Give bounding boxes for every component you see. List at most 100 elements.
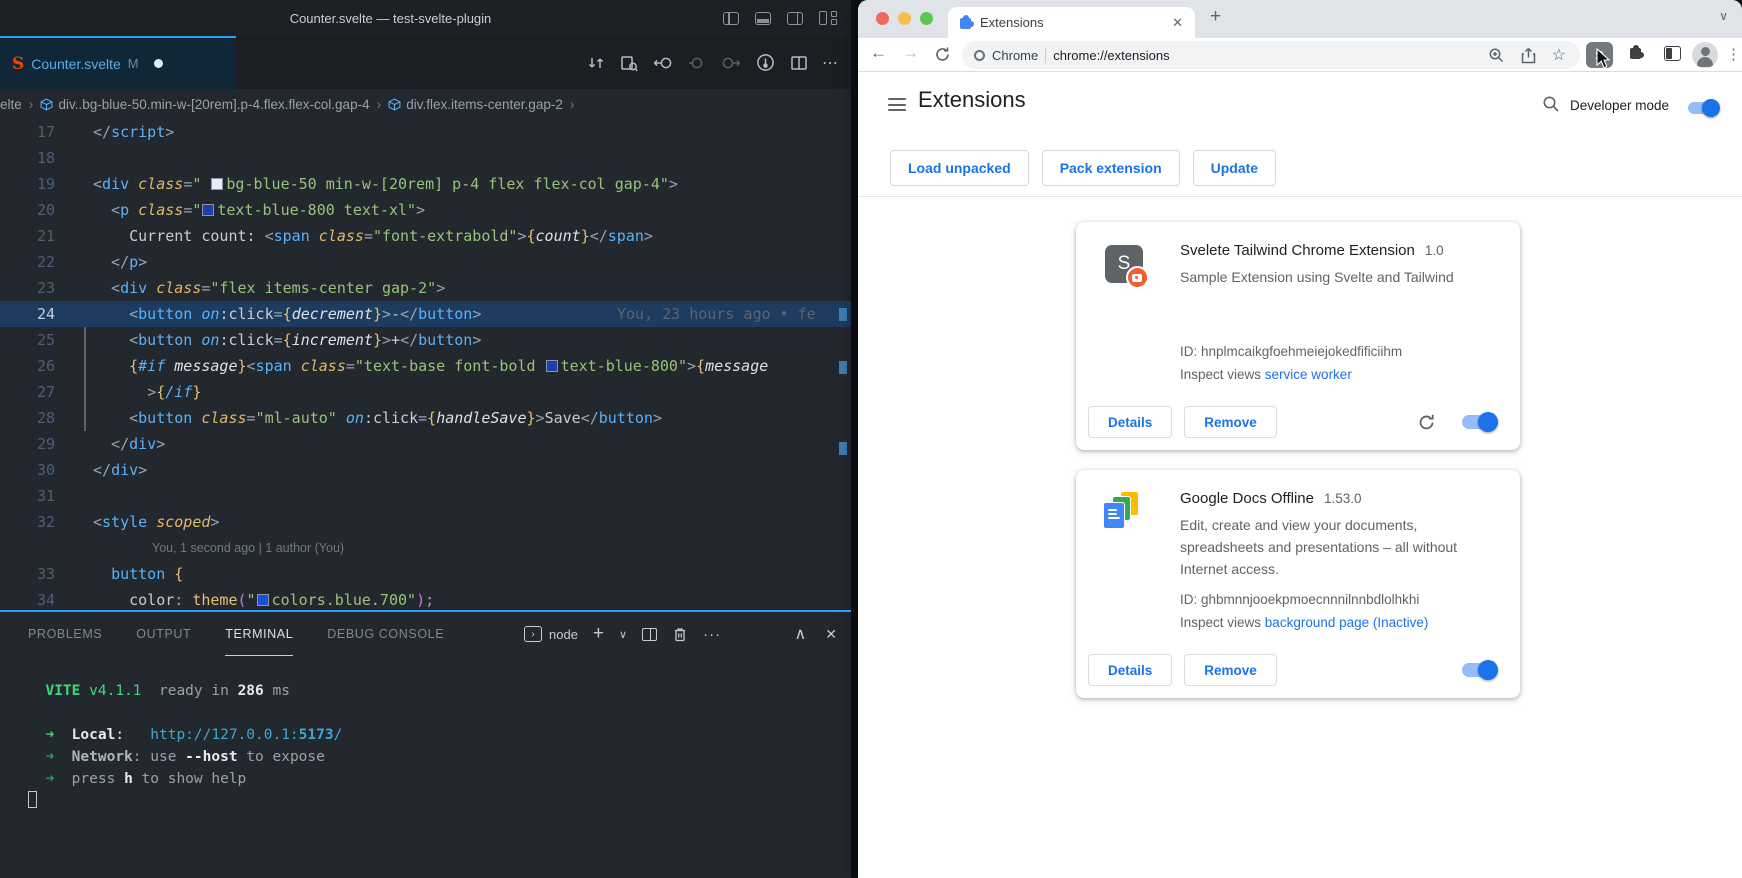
code-line: 21 Current count: <span class="font-extr… [0,223,851,249]
terminal-line [0,702,851,724]
toggle-sidebar-icon[interactable] [723,12,739,25]
breadcrumb-item[interactable]: div.flex.items-center.gap-2 [388,97,563,112]
line-number: 31 [0,483,70,509]
chrome-window: Extensions ✕ + ∨ ← → Chrome chrome://ext… [858,0,1742,878]
line-number: 23 [0,275,70,301]
unsaved-dot-icon[interactable] [154,59,163,68]
close-panel-icon[interactable]: ✕ [825,626,837,643]
developer-mode-label: Developer mode [1570,98,1669,113]
profile-avatar[interactable] [1692,42,1718,68]
panel-focus-border[interactable] [0,610,851,612]
remove-button[interactable]: Remove [1184,654,1277,686]
inspect-views-link[interactable]: background page (Inactive) [1265,615,1429,630]
git-modified-badge: M [128,56,139,71]
close-window-light[interactable] [876,12,889,25]
breadcrumb-item[interactable]: div..bg-blue-50.min-w-[20rem].p-4.flex.f… [40,97,369,112]
back-icon[interactable]: ← [870,43,887,63]
code-line: 28 <button class="ml-auto" on:click={han… [0,405,851,431]
tab-title: Extensions [980,15,1044,30]
new-terminal-icon[interactable]: + [593,623,604,645]
side-panel-icon[interactable] [1664,46,1681,61]
overview-ruler-mark [839,308,847,321]
line-number: 22 [0,249,70,275]
load-unpacked-button[interactable]: Load unpacked [890,150,1029,186]
close-tab-icon[interactable]: ✕ [1172,15,1183,31]
tab-debug-console[interactable]: DEBUG CONSOLE [327,612,444,656]
tab-terminal[interactable]: TERMINAL [225,612,293,656]
editor-code[interactable]: 17</script>1819<div class=" bg-blue-50 m… [0,119,851,612]
extension-enabled-toggle[interactable] [1462,663,1496,677]
terminal-shell-label[interactable]: node [549,627,578,642]
more-actions-icon[interactable]: ⋯ [822,53,839,73]
customize-layout-icon[interactable] [819,11,837,25]
code-line: 32<style scoped> [0,509,851,535]
minimize-window-light[interactable] [898,12,911,25]
update-button[interactable]: Update [1193,150,1276,186]
toggle-panel-icon[interactable] [755,12,771,25]
hamburger-menu-icon[interactable] [888,98,906,111]
remove-button[interactable]: Remove [1184,406,1277,438]
terminal-line: ➜ Local: http://127.0.0.1:5173/ [0,724,851,746]
git-blame-inline: You, 23 hours ago • fe [617,301,816,327]
svelte-icon: S [12,54,24,74]
code-line: 24 <button on:click={decrement}>-</butto… [0,301,851,327]
inspect-views-link[interactable]: service worker [1265,367,1352,382]
terminal-output[interactable]: VITE v4.1.1 ready in 286 ms ➜ Local: htt… [0,680,851,812]
breadcrumb-item[interactable]: elte [0,97,22,112]
terminal-cursor [28,791,37,808]
symbol-cube-icon [388,98,401,111]
bookmark-star-icon[interactable]: ☆ [1552,45,1566,65]
developer-mode-toggle[interactable] [1688,102,1718,114]
terminal-dropdown-icon[interactable]: ∨ [619,628,627,641]
details-button[interactable]: Details [1088,654,1172,686]
line-number: 25 [0,327,70,353]
toggle-secondary-sidebar-icon[interactable] [787,12,803,25]
search-icon[interactable] [1542,95,1560,113]
pack-extension-button[interactable]: Pack extension [1042,150,1180,186]
line-number: 20 [0,197,70,223]
line-number: 26 [0,353,70,379]
breadcrumb-separator: › [570,96,575,112]
nav-back-icon[interactable] [652,53,674,73]
split-editor-icon[interactable] [789,53,809,73]
address-bar[interactable]: Chrome chrome://extensions ☆ [962,41,1580,69]
extension-card: SSvelete Tailwind Chrome Extension1.0Sam… [1076,222,1520,450]
kill-terminal-icon[interactable] [672,626,688,643]
extension-id: ID: ghbmnnjooekpmoecnnnilnnbdlolhkhi [1180,592,1419,607]
panel-more-actions-icon[interactable]: ··· [703,626,721,643]
compare-changes-icon[interactable] [586,53,606,73]
browser-tab-extensions[interactable]: Extensions ✕ [948,7,1195,38]
extensions-menu-icon[interactable] [1630,47,1642,59]
url-text[interactable]: chrome://extensions [1053,48,1169,63]
browser-menu-icon[interactable]: ⋮ [1726,45,1741,63]
extension-enabled-toggle[interactable] [1462,415,1496,429]
tab-counter-svelte[interactable]: S Counter.svelte M [0,36,236,89]
header-divider [858,196,1742,197]
breadcrumb-separator: › [377,96,382,112]
extension-description: Edit, create and view your documents, sp… [1180,514,1492,580]
reload-icon[interactable] [934,46,951,63]
window-title: Counter.svelte — test-svelte-plugin [290,11,492,26]
new-tab-icon[interactable]: + [1210,6,1221,28]
tab-search-chevron-icon[interactable]: ∨ [1719,9,1728,23]
extension-description: Sample Extension using Svelte and Tailwi… [1180,266,1492,288]
line-number: 27 [0,379,70,405]
share-icon[interactable] [1521,47,1536,64]
open-preview-icon[interactable] [619,53,639,73]
terminal-shell-icon[interactable]: › [524,626,542,642]
nav-forward-icon [720,53,742,73]
split-terminal-icon[interactable] [642,628,657,641]
code-line: 29 </div> [0,431,851,457]
zoom-icon[interactable] [1488,47,1505,64]
details-button[interactable]: Details [1088,406,1172,438]
line-number: 30 [0,457,70,483]
tab-output[interactable]: OUTPUT [136,612,191,656]
code-line: 23 <div class="flex items-center gap-2"> [0,275,851,301]
line-number: 34 [0,587,70,612]
tab-problems[interactable]: PROBLEMS [28,612,102,656]
extensions-favicon [960,17,972,29]
maximize-panel-icon[interactable]: ∧ [795,624,807,644]
zoom-window-light[interactable] [920,12,933,25]
run-icon[interactable] [755,52,776,73]
reload-extension-icon[interactable] [1417,413,1436,432]
